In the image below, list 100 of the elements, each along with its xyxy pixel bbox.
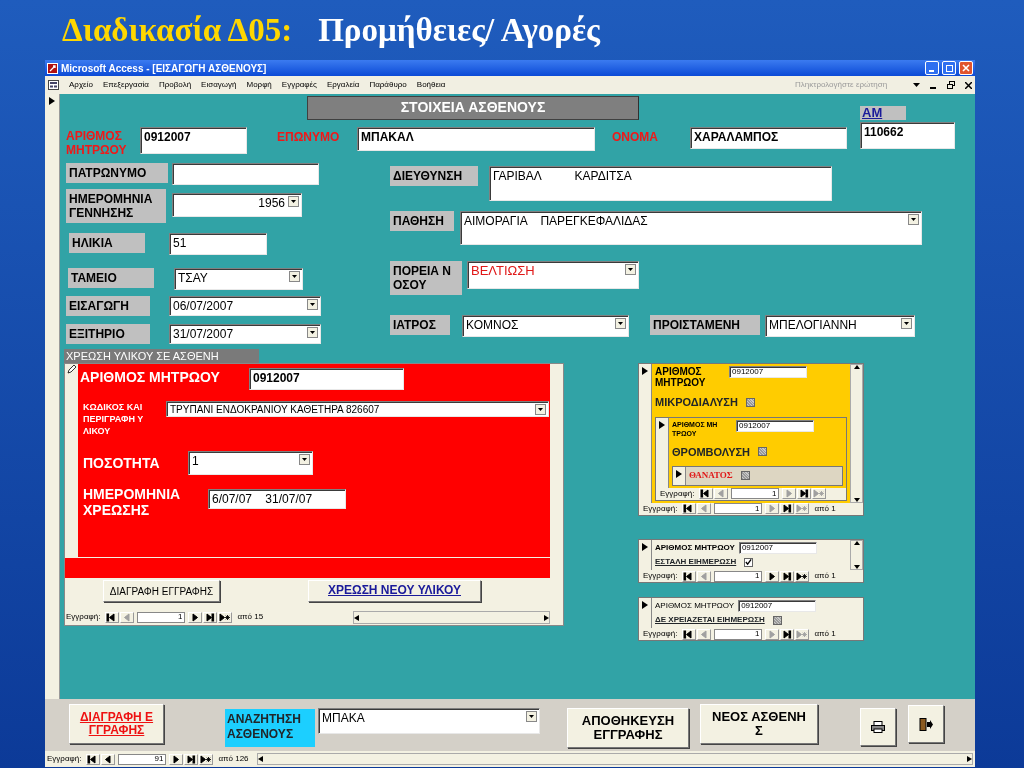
combo-box[interactable]: ΜΠΕΛΟΓΙΑΝΝΗ [765, 315, 915, 337]
right-arrow-icon[interactable] [967, 756, 972, 762]
menu-item[interactable]: Μορφή [246, 79, 272, 91]
dropdown-button[interactable] [299, 454, 310, 465]
combo-box[interactable]: ΤΣΑΥ [174, 268, 303, 290]
checkbox[interactable] [772, 615, 782, 625]
checkbox[interactable] [740, 471, 750, 481]
down-arrow-icon[interactable] [853, 497, 860, 502]
button[interactable]: ΔΙΑΓΡΑΦΗ Ε ΓΓΡΑΦΗΣ [69, 704, 164, 744]
help-search-field[interactable]: Πληκτρολογήστε ερώτηση [795, 79, 903, 91]
combo-box[interactable]: 06/07/2007 [169, 296, 321, 316]
restore-icon[interactable] [947, 81, 955, 89]
text-field[interactable]: 110662 [860, 122, 955, 149]
link-button[interactable]: ΧΡΕΩΣΗ ΝΕΟΥ ΥΛΙΚΟΥ [308, 580, 481, 602]
vertical-scrollbar[interactable] [850, 364, 863, 503]
close-button[interactable] [959, 61, 973, 75]
button[interactable]: ΑΠΟΘΗΚΕΥΣΗ ΕΓΓΡΑΦΗΣ [567, 708, 689, 748]
right-arrow-icon[interactable] [544, 614, 549, 621]
horizontal-scrollbar[interactable] [256, 753, 973, 765]
text-field[interactable]: 0912007 [736, 419, 814, 432]
menu-item[interactable]: Παράθυρο [369, 79, 407, 91]
first-record-button[interactable] [86, 753, 101, 765]
dropdown-button[interactable] [289, 271, 300, 282]
record-number-field[interactable]: 1 [137, 611, 186, 623]
checkbox[interactable] [744, 557, 754, 567]
first-record-button[interactable] [105, 611, 120, 623]
last-record-button[interactable] [780, 628, 795, 640]
checkbox[interactable] [758, 447, 768, 457]
last-record-button[interactable] [184, 753, 199, 765]
record-number-field[interactable]: 1 [714, 628, 763, 640]
search-combo-box[interactable]: ΜΠΑΚΑ [318, 708, 540, 734]
previous-record-button[interactable] [101, 753, 116, 765]
caret-icon[interactable] [913, 83, 920, 87]
dropdown-button[interactable] [615, 318, 626, 329]
next-record-button[interactable] [169, 753, 184, 765]
down-arrow-icon[interactable] [853, 565, 860, 569]
new-record-button[interactable] [199, 753, 214, 765]
next-record-button[interactable] [188, 611, 203, 623]
text-field[interactable]: 0912007 [249, 368, 404, 390]
text-field[interactable]: ΓΑΡΙΒΑΛ ΚΑΡΔΙΤΣΑ [489, 166, 832, 201]
combo-box[interactable]: 1 [188, 451, 313, 475]
text-field[interactable]: 0912007 [140, 127, 247, 154]
text-field[interactable]: 0912007 [729, 366, 807, 378]
menu-item[interactable]: Προβολή [159, 79, 192, 91]
text-field[interactable] [172, 163, 319, 185]
new-record-button[interactable] [218, 611, 233, 623]
record-number-field[interactable]: 1 [731, 488, 780, 499]
last-record-button[interactable] [780, 503, 795, 514]
text-field[interactable]: ΧΑΡΑΛΑΜΠΟΣ [690, 127, 847, 149]
combo-box[interactable]: ΤΡΥΠΑΝΙ ΕΝΔΟΚΡΑΝΙΟΥ ΚΑΘΕΤΗΡΑ 826607 [166, 401, 549, 417]
dropdown-button[interactable] [901, 318, 912, 329]
menu-item[interactable]: Εγγραφές [281, 79, 317, 91]
text-field[interactable]: ΜΠΑΚΑΛ [357, 127, 595, 151]
dropdown-button[interactable] [908, 214, 919, 225]
exit-button[interactable] [908, 705, 944, 743]
dropdown-button[interactable] [535, 404, 546, 415]
record-number-field[interactable]: 91 [118, 753, 167, 765]
button[interactable]: ΝΕΟΣ ΑΣΘΕΝΗ Σ [700, 704, 818, 744]
record-number-field[interactable]: 1 [714, 570, 763, 582]
text-field[interactable]: 0912007 [738, 600, 817, 612]
horizontal-scrollbar[interactable] [353, 611, 550, 624]
dropdown-button[interactable] [526, 711, 537, 722]
text-field[interactable]: 51 [169, 233, 267, 255]
close-icon[interactable] [965, 81, 972, 89]
dropdown-button[interactable] [288, 196, 299, 207]
up-arrow-icon[interactable] [853, 541, 860, 545]
button[interactable]: ΔΙΑΓΡΑΦΗ ΕΓΓΡΑΦΗΣ [103, 580, 220, 602]
menu-item[interactable]: Εισαγωγή [201, 79, 237, 91]
menu-item[interactable]: Αρχείο [69, 79, 93, 91]
minimize-button[interactable] [925, 61, 939, 75]
dropdown-button[interactable] [307, 327, 318, 338]
dropdown-button[interactable] [307, 299, 318, 310]
combo-box[interactable]: ΑΙΜΟΡΑΓΙΑ ΠΑΡΕΓΚΕΦΑΛΙΔΑΣ [460, 211, 922, 245]
last-record-button[interactable] [203, 611, 218, 623]
last-record-button[interactable] [780, 570, 795, 582]
combo-box[interactable]: 31/07/2007 [169, 324, 321, 344]
up-arrow-icon[interactable] [853, 365, 860, 369]
first-record-button[interactable] [682, 570, 697, 582]
combo-box[interactable]: ΒΕΛΤΙΩΣΗ [467, 261, 639, 289]
vertical-scrollbar[interactable] [850, 540, 863, 570]
dropdown-button[interactable] [625, 264, 636, 275]
left-arrow-icon[interactable] [257, 756, 263, 762]
form-icon[interactable] [48, 80, 59, 90]
first-record-button[interactable] [699, 488, 714, 499]
text-field[interactable]: 6/07/07 31/07/07 [208, 489, 346, 509]
maximize-button[interactable] [942, 61, 956, 75]
left-arrow-icon[interactable] [354, 614, 359, 621]
first-record-button[interactable] [682, 503, 697, 514]
checkbox[interactable] [745, 397, 755, 407]
text-field[interactable]: 0912007 [738, 542, 817, 554]
new-record-button[interactable] [795, 570, 810, 582]
last-record-button[interactable] [797, 488, 812, 499]
print-button[interactable] [860, 708, 896, 746]
menu-item[interactable]: Βοήθεια [416, 79, 446, 91]
menu-item[interactable]: Επεξεργασία [102, 79, 149, 91]
first-record-button[interactable] [682, 628, 697, 640]
next-record-button[interactable] [765, 570, 780, 582]
combo-box[interactable]: 1956 [172, 193, 302, 217]
record-number-field[interactable]: 1 [714, 503, 763, 514]
combo-box[interactable]: ΚΟΜΝΟΣ [462, 315, 629, 337]
